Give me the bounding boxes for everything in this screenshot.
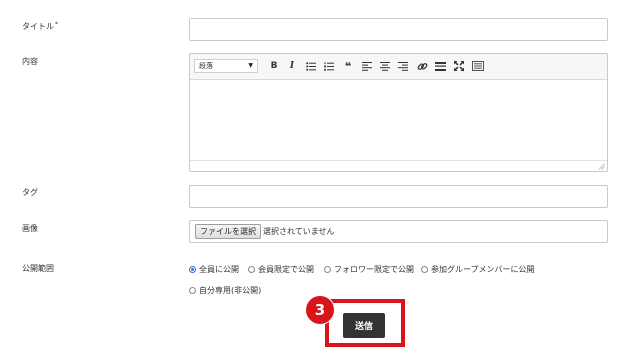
image-label: 画像 — [22, 224, 38, 233]
visibility-option-public[interactable]: 全員に公開 — [189, 264, 239, 275]
title-label: タイトル* — [22, 21, 58, 31]
radio-icon — [324, 266, 331, 273]
bulleted-list-icon[interactable] — [305, 60, 317, 72]
editor-toolbar: 段落 ▼ B I ❝ — [190, 54, 607, 80]
align-left-icon[interactable] — [361, 60, 373, 72]
radio-selected-icon — [189, 266, 196, 273]
content-label: 内容 — [22, 57, 38, 66]
visibility-option-group-members[interactable]: 参加グループメンバーに公開 — [421, 264, 535, 275]
italic-icon[interactable]: I — [286, 60, 298, 72]
image-file-input: ファイルを選択 選択されていません — [189, 220, 608, 243]
horizontal-rule-icon[interactable] — [434, 60, 446, 72]
submit-button[interactable]: 送信 — [343, 313, 385, 338]
tag-input[interactable] — [189, 185, 608, 208]
format-select[interactable]: 段落 ▼ — [194, 59, 258, 73]
visibility-option-private[interactable]: 自分専用(非公開) — [189, 285, 261, 296]
align-right-icon[interactable] — [397, 60, 409, 72]
editor-statusbar — [190, 160, 607, 171]
bold-icon[interactable]: B — [268, 60, 280, 72]
file-status-text: 選択されていません — [263, 227, 335, 236]
align-center-icon[interactable] — [379, 60, 391, 72]
radio-icon — [248, 266, 255, 273]
radio-icon — [421, 266, 428, 273]
link-icon[interactable] — [416, 60, 428, 72]
resize-grip-icon[interactable] — [598, 163, 605, 170]
fullscreen-icon[interactable] — [453, 60, 465, 72]
visibility-option-followers[interactable]: フォロワー限定で公開 — [324, 264, 414, 275]
step-number-badge: 3 — [305, 295, 335, 325]
editor-content-area[interactable] — [190, 80, 607, 160]
blockquote-icon[interactable]: ❝ — [342, 60, 354, 73]
required-mark: * — [55, 21, 58, 28]
visibility-option-members[interactable]: 会員限定で公開 — [248, 264, 314, 275]
rich-text-editor: 段落 ▼ B I ❝ — [189, 53, 608, 172]
chevron-down-icon: ▼ — [248, 62, 253, 69]
visibility-label: 公開範囲 — [22, 264, 54, 273]
toggle-toolbar-icon[interactable] — [472, 60, 484, 72]
title-input[interactable] — [189, 18, 608, 41]
radio-icon — [189, 287, 196, 294]
tag-label: タグ — [22, 188, 38, 197]
choose-file-button[interactable]: ファイルを選択 — [195, 224, 261, 239]
numbered-list-icon[interactable] — [323, 60, 335, 72]
